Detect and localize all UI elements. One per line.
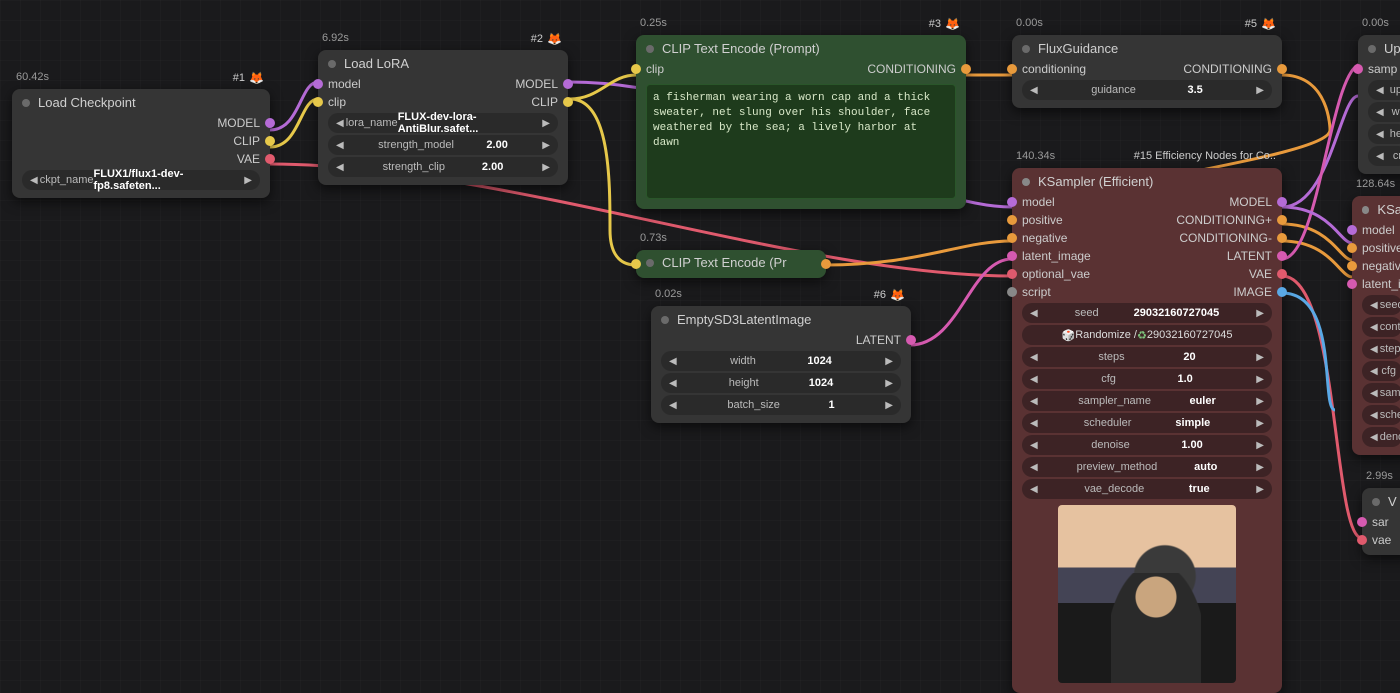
node-badge: #6🦊 bbox=[874, 288, 905, 302]
chevron-left-icon: ◀ bbox=[28, 175, 40, 186]
io-model[interactable]: modelMODEL bbox=[1012, 193, 1282, 211]
widget-width[interactable]: ◀width1024▶ bbox=[661, 351, 901, 371]
widget-sampler[interactable]: ◀samp bbox=[1362, 383, 1400, 403]
node-clip-encode-positive[interactable]: 0.25s #3🦊 CLIP Text Encode (Prompt) clip… bbox=[636, 35, 966, 209]
node-title[interactable]: EmptySD3LatentImage bbox=[651, 306, 911, 331]
widget-width[interactable]: ◀wi bbox=[1368, 102, 1400, 122]
io-row-model[interactable]: model MODEL bbox=[318, 75, 568, 93]
node-vae-decode[interactable]: 2.99s V sar vae bbox=[1362, 488, 1400, 555]
node-badge: #5🦊 bbox=[1245, 17, 1276, 31]
fox-icon: 🦊 bbox=[945, 17, 960, 31]
widget-preview-method[interactable]: ◀preview_methodauto▶ bbox=[1022, 457, 1272, 477]
output-latent[interactable]: LATENT bbox=[651, 331, 911, 349]
input-latent[interactable]: latent_i bbox=[1352, 275, 1400, 293]
output-clip[interactable]: CLIP bbox=[12, 132, 270, 150]
io-row-conditioning[interactable]: conditioning CONDITIONING bbox=[1012, 60, 1282, 78]
node-empty-latent[interactable]: 0.02s #6🦊 EmptySD3LatentImage LATENT ◀wi… bbox=[651, 306, 911, 423]
widget-sampler-name[interactable]: ◀sampler_nameeuler▶ bbox=[1022, 391, 1272, 411]
widget-scheduler[interactable]: ◀schedulersimple▶ bbox=[1022, 413, 1272, 433]
chevron-right-icon: ▶ bbox=[242, 175, 254, 186]
widget-strength-model[interactable]: ◀strength_model2.00▶ bbox=[328, 135, 558, 155]
node-title[interactable]: FluxGuidance bbox=[1012, 35, 1282, 60]
node-title[interactable]: V bbox=[1362, 488, 1400, 513]
node-badge: #3🦊 bbox=[929, 17, 960, 31]
input-model[interactable]: model bbox=[1352, 221, 1400, 239]
widget-steps[interactable]: ◀steps bbox=[1362, 339, 1400, 359]
io-vae[interactable]: optional_vaeVAE bbox=[1012, 265, 1282, 283]
node-title[interactable]: Load Checkpoint bbox=[12, 89, 270, 114]
node-timing: 128.64s bbox=[1356, 178, 1395, 190]
widget-control[interactable]: ◀cont bbox=[1362, 317, 1400, 337]
node-clip-encode-negative[interactable]: 0.73s CLIP Text Encode (Pr bbox=[636, 250, 826, 278]
node-badge: #15 Efficiency Nodes for Co.. bbox=[1134, 150, 1276, 162]
node-title[interactable]: KSampler (Efficient) bbox=[1012, 168, 1282, 193]
randomize-button[interactable]: 🎲 Randomize / ♻ 29032160727045 bbox=[1022, 325, 1272, 345]
node-title[interactable]: CLIP Text Encode (Pr bbox=[636, 250, 826, 275]
widget-cfg[interactable]: ◀cfg bbox=[1362, 361, 1400, 381]
fox-icon: 🦊 bbox=[1261, 17, 1276, 31]
widget-crop[interactable]: ◀cr bbox=[1368, 146, 1400, 166]
widget-ckpt-name[interactable]: ◀ ckpt_name FLUX1/flux1-dev-fp8.safeten.… bbox=[22, 170, 260, 190]
input-negative[interactable]: negative bbox=[1352, 257, 1400, 275]
io-row-clip[interactable]: clip CLIP bbox=[318, 93, 568, 111]
io-script-image[interactable]: scriptIMAGE bbox=[1012, 283, 1282, 301]
io-latent[interactable]: latent_imageLATENT bbox=[1012, 247, 1282, 265]
node-timing: 0.02s bbox=[655, 288, 682, 300]
widget-seed[interactable]: ◀seed bbox=[1362, 295, 1400, 315]
widget-steps[interactable]: ◀steps20▶ bbox=[1022, 347, 1272, 367]
node-upscale[interactable]: 0.00s Up samp ◀up ◀wi ◀he ◀cr bbox=[1358, 35, 1400, 174]
widget-height[interactable]: ◀height1024▶ bbox=[661, 373, 901, 393]
node-title[interactable]: Load LoRA bbox=[318, 50, 568, 75]
io-negative[interactable]: negativeCONDITIONING- bbox=[1012, 229, 1282, 247]
input-positive[interactable]: positive bbox=[1352, 239, 1400, 257]
widget-scheduler[interactable]: ◀sche bbox=[1362, 405, 1400, 425]
node-load-lora[interactable]: 6.92s #2🦊 Load LoRA model MODEL clip CLI… bbox=[318, 50, 568, 185]
widget-guidance[interactable]: ◀guidance3.5▶ bbox=[1022, 80, 1272, 100]
node-flux-guidance[interactable]: 0.00s #5🦊 FluxGuidance conditioning COND… bbox=[1012, 35, 1282, 108]
node-timing: 0.00s bbox=[1016, 17, 1043, 29]
widget-denoise[interactable]: ◀deno bbox=[1362, 427, 1400, 447]
fox-icon: 🦊 bbox=[547, 32, 562, 46]
input-vae[interactable]: vae bbox=[1362, 531, 1400, 549]
input-samples[interactable]: samp bbox=[1358, 60, 1400, 78]
widget-upscale[interactable]: ◀up bbox=[1368, 80, 1400, 100]
widget-denoise[interactable]: ◀denoise1.00▶ bbox=[1022, 435, 1272, 455]
node-badge: #2🦊 bbox=[531, 32, 562, 46]
widget-vae-decode[interactable]: ◀vae_decodetrue▶ bbox=[1022, 479, 1272, 499]
output-model[interactable]: MODEL bbox=[12, 114, 270, 132]
io-positive[interactable]: positiveCONDITIONING+ bbox=[1012, 211, 1282, 229]
node-ksampler-efficient[interactable]: 140.34s #15 Efficiency Nodes for Co.. KS… bbox=[1012, 168, 1282, 693]
output-vae[interactable]: VAE bbox=[12, 150, 270, 168]
widget-batch-size[interactable]: ◀batch_size1▶ bbox=[661, 395, 901, 415]
node-timing: 2.99s bbox=[1366, 470, 1393, 482]
widget-cfg[interactable]: ◀cfg1.0▶ bbox=[1022, 369, 1272, 389]
node-title[interactable]: Up bbox=[1358, 35, 1400, 60]
widget-seed[interactable]: ◀seed29032160727045▶ bbox=[1022, 303, 1272, 323]
node-timing: 60.42s bbox=[16, 71, 49, 83]
fox-icon: 🦊 bbox=[249, 71, 264, 85]
node-title[interactable]: KSa bbox=[1352, 196, 1400, 221]
node-timing: 0.73s bbox=[640, 232, 667, 244]
prompt-textarea[interactable]: a fisherman wearing a worn cap and a thi… bbox=[646, 84, 956, 199]
preview-image bbox=[1058, 505, 1236, 683]
fox-icon: 🦊 bbox=[890, 288, 905, 302]
node-badge: #1🦊 bbox=[233, 71, 264, 85]
node-timing: 0.25s bbox=[640, 17, 667, 29]
node-load-checkpoint[interactable]: 60.42s #1🦊 Load Checkpoint MODEL CLIP VA… bbox=[12, 89, 270, 198]
io-row-clip-cond[interactable]: clip CONDITIONING bbox=[636, 60, 966, 78]
node-ksampler-2[interactable]: 128.64s KSa model positive negative late… bbox=[1352, 196, 1400, 455]
input-samples[interactable]: sar bbox=[1362, 513, 1400, 531]
widget-height[interactable]: ◀he bbox=[1368, 124, 1400, 144]
node-timing: 0.00s bbox=[1362, 17, 1389, 29]
node-timing: 6.92s bbox=[322, 32, 349, 44]
node-timing: 140.34s bbox=[1016, 150, 1055, 162]
widget-lora-name[interactable]: ◀lora_nameFLUX-dev-lora-AntiBlur.safet..… bbox=[328, 113, 558, 133]
node-title[interactable]: CLIP Text Encode (Prompt) bbox=[636, 35, 966, 60]
widget-strength-clip[interactable]: ◀strength_clip2.00▶ bbox=[328, 157, 558, 177]
